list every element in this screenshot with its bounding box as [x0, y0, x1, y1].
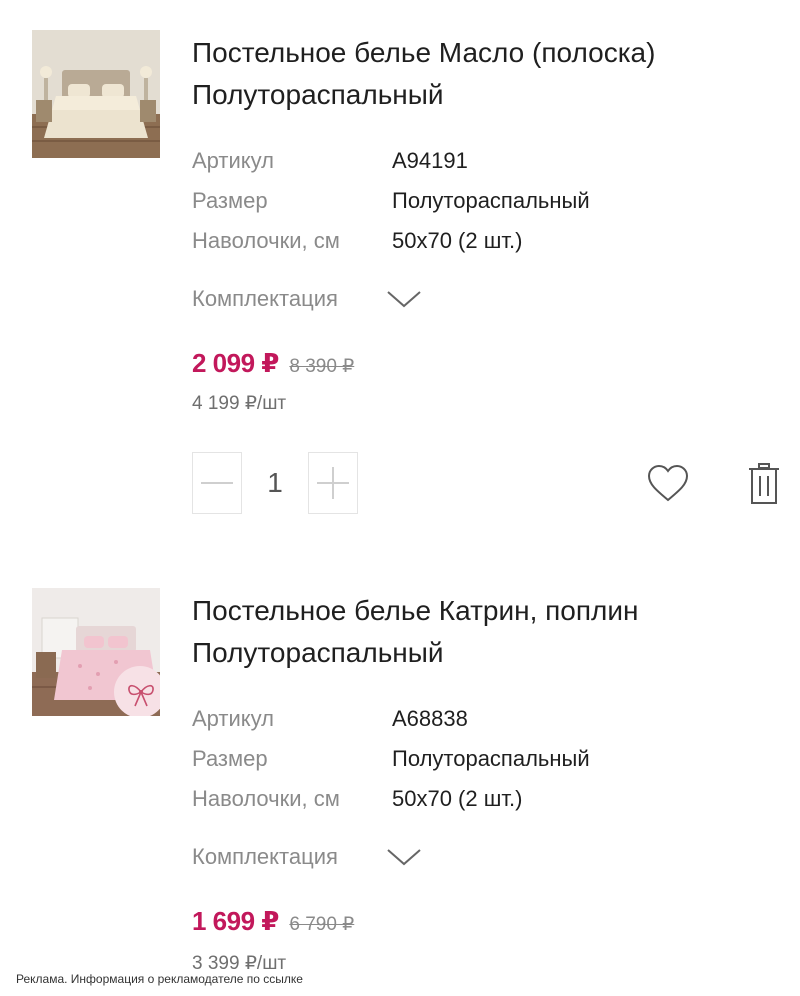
cart-item: Постельное белье Катрин, поплин Полутора…	[0, 588, 800, 996]
product-size-line: Полутораспальный	[192, 79, 444, 110]
old-price: 8 390 ₽	[289, 356, 355, 377]
spec-value: 50x70 (2 шт.)	[392, 228, 523, 253]
spec-value: A94191	[392, 148, 468, 173]
product-title-line: Постельное белье Катрин, поплин	[192, 595, 639, 626]
cart-page: Постельное белье Масло (полоска) Полутор…	[0, 0, 800, 996]
price-block: 2 099 ₽ 8 390 ₽	[192, 348, 354, 384]
chevron-down-icon	[387, 291, 421, 308]
spec-value: Полутораспальный	[392, 746, 590, 771]
bow-icon	[128, 684, 154, 707]
old-price: 6 790 ₽	[289, 914, 355, 935]
price-per-unit: 4 199 ₽/шт	[192, 393, 287, 414]
spec-label: Артикул	[192, 706, 275, 731]
product-image[interactable]	[32, 588, 160, 716]
decrease-quantity-button[interactable]	[192, 452, 242, 514]
kit-label: Комплектация	[192, 286, 338, 311]
increase-quantity-button[interactable]	[308, 452, 358, 514]
cart-item: Постельное белье Масло (полоска) Полутор…	[0, 30, 800, 550]
heart-icon	[647, 464, 689, 502]
spec-value: 50x70 (2 шт.)	[392, 786, 523, 811]
quantity-value: 1	[267, 467, 283, 498]
plus-icon	[317, 467, 349, 499]
spec-label: Наволочки, см	[192, 786, 340, 811]
product-image[interactable]	[32, 30, 160, 158]
kit-label: Комплектация	[192, 844, 338, 869]
spec-label: Размер	[192, 188, 268, 213]
chevron-down-icon	[387, 849, 421, 866]
kit-dropdown[interactable]: Комплектация	[192, 840, 432, 874]
minus-icon	[201, 482, 233, 484]
current-price: 2 099 ₽	[192, 348, 279, 378]
kit-dropdown[interactable]: Комплектация	[192, 282, 432, 316]
product-title-line: Постельное белье Масло (полоска)	[192, 37, 656, 68]
delete-item-button[interactable]	[748, 462, 780, 506]
product-size-line: Полутораспальный	[192, 637, 444, 668]
spec-value: A68838	[392, 706, 468, 731]
add-to-favorites-button[interactable]	[646, 464, 690, 504]
current-price: 1 699 ₽	[192, 906, 279, 936]
spec-label: Размер	[192, 746, 268, 771]
product-title[interactable]: Постельное белье Масло (полоска) Полутор…	[192, 32, 772, 116]
spec-value: Полутораспальный	[392, 188, 590, 213]
trash-icon	[749, 463, 779, 504]
spec-label: Наволочки, см	[192, 228, 340, 253]
price-block: 1 699 ₽ 6 790 ₽	[192, 906, 354, 942]
spec-label: Артикул	[192, 148, 275, 173]
product-title[interactable]: Постельное белье Катрин, поплин Полутора…	[192, 590, 772, 674]
ad-notice-link[interactable]: Реклама. Информация о рекламодателе по с…	[14, 972, 305, 986]
